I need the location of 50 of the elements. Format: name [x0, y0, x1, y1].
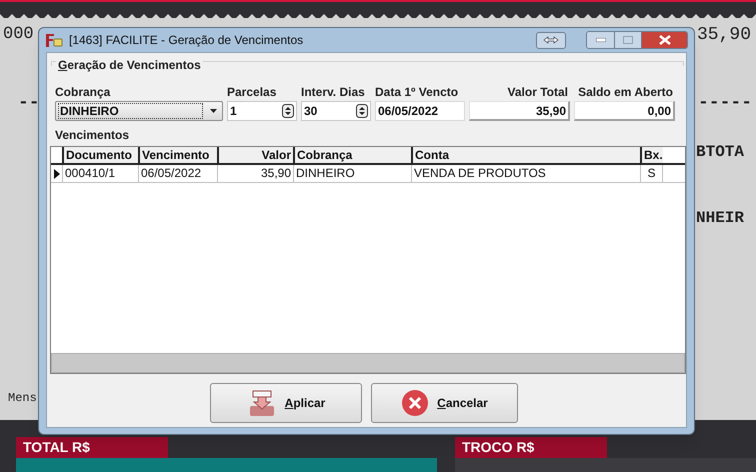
minimize-icon	[596, 38, 606, 42]
dropdown[interactable]: DINHEIRO	[55, 101, 223, 121]
table-cell: DINHEIRO	[293, 165, 411, 182]
section-title: Vencimentos	[55, 127, 130, 144]
spin-field[interactable]: 30	[301, 101, 371, 121]
close-icon	[658, 35, 670, 45]
receipt-text: --	[18, 92, 40, 115]
column-header[interactable]: Conta	[411, 147, 640, 163]
column-header[interactable]: Vencimento	[138, 147, 217, 163]
readonly-field: 0,00	[574, 101, 675, 121]
maximize-icon	[623, 36, 633, 44]
field-label: Saldo em Aberto	[577, 85, 674, 100]
resize-button[interactable]	[536, 32, 566, 48]
receipt-text: 000	[3, 24, 34, 46]
column-header[interactable]: Bx.	[640, 147, 663, 163]
column-header[interactable]: Cobrança	[293, 147, 411, 163]
table-cell: 06/05/2022	[138, 165, 217, 182]
readonly-field: 35,90	[469, 101, 570, 121]
spin-arrows-icon	[356, 104, 368, 118]
receipt-text: Mens	[8, 390, 37, 407]
column-header[interactable]: Documento	[62, 147, 138, 163]
table-cell: S	[640, 165, 663, 182]
spin-field[interactable]: 1	[227, 101, 297, 121]
field-label: Cobrança	[55, 85, 112, 100]
cancel-button[interactable]: Cancelar	[371, 383, 518, 423]
field-label: Parcelas	[227, 85, 278, 100]
receipt-text: -----	[698, 92, 752, 115]
table-cell: 000410/1	[62, 165, 138, 182]
receipt-text: NHEIR	[696, 208, 744, 229]
apply-button[interactable]: Aplicar	[210, 383, 362, 423]
column-header[interactable]: Valor	[217, 147, 293, 163]
receipt-text: BTOTA	[696, 142, 744, 163]
receipt-text: 35,90	[697, 24, 752, 47]
field-label: Interv. Dias	[301, 85, 366, 100]
table-cell: VENDA DE PRODUTOS	[411, 165, 640, 182]
maximize-button[interactable]	[614, 32, 641, 48]
field-label: Data 1º Vencto	[375, 85, 460, 100]
total-label: TROCO R$	[455, 437, 607, 458]
table-cell: 35,90	[217, 165, 293, 182]
double-arrow-icon	[543, 36, 559, 44]
app-icon	[45, 32, 63, 48]
caret-icon	[210, 109, 217, 113]
minimize-button[interactable]	[587, 32, 614, 48]
close-button[interactable]	[641, 32, 687, 48]
total-label: TOTAL R$	[16, 437, 168, 458]
spin-arrows-icon	[282, 104, 294, 118]
date-field[interactable]: 06/05/2022	[375, 101, 465, 121]
window-title: [1463] FACILITE - Geração de Vencimentos	[69, 32, 304, 49]
cancel-icon	[401, 389, 430, 417]
field-label: Valor Total	[506, 85, 569, 100]
